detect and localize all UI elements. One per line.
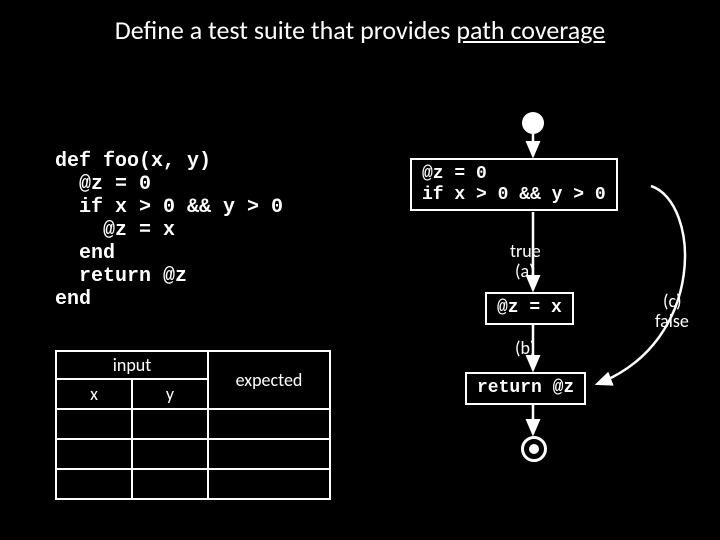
flow-node-init: @z = 0 if x > 0 && y > 0 xyxy=(410,158,618,211)
y-header: y xyxy=(132,379,208,409)
end-node-inner xyxy=(529,444,539,454)
code-listing: def foo(x, y) @z = 0 if x > 0 && y > 0 @… xyxy=(55,150,283,311)
cell-expected xyxy=(208,469,330,499)
title-prefix: Define a test suite that provides xyxy=(115,14,457,46)
input-header: input xyxy=(56,351,208,379)
cell-x xyxy=(56,409,132,439)
cell-y xyxy=(132,469,208,499)
label-c: (c) xyxy=(663,290,682,312)
label-b: (b) xyxy=(515,337,535,359)
title-underline: path coverage xyxy=(456,14,605,46)
table-row xyxy=(56,469,330,499)
cell-expected xyxy=(208,439,330,469)
x-header: x xyxy=(56,379,132,409)
end-node xyxy=(521,436,547,462)
label-true: true xyxy=(510,240,541,262)
table-row xyxy=(56,409,330,439)
flow-node-assign: @z = x xyxy=(485,292,574,325)
test-suite-table: input expected x y xyxy=(55,350,331,500)
label-false: false xyxy=(655,310,689,332)
page-title: Define a test suite that provides path c… xyxy=(0,14,720,46)
table-row xyxy=(56,439,330,469)
cell-x xyxy=(56,469,132,499)
flow-node-return: return @z xyxy=(465,372,586,405)
cell-y xyxy=(132,439,208,469)
expected-header: expected xyxy=(208,351,330,409)
start-node xyxy=(522,112,544,134)
label-a: (a) xyxy=(515,260,535,282)
flowchart: @z = 0 if x > 0 && y > 0 @z = x return @… xyxy=(395,112,715,462)
cell-y xyxy=(132,409,208,439)
cell-expected xyxy=(208,409,330,439)
cell-x xyxy=(56,439,132,469)
